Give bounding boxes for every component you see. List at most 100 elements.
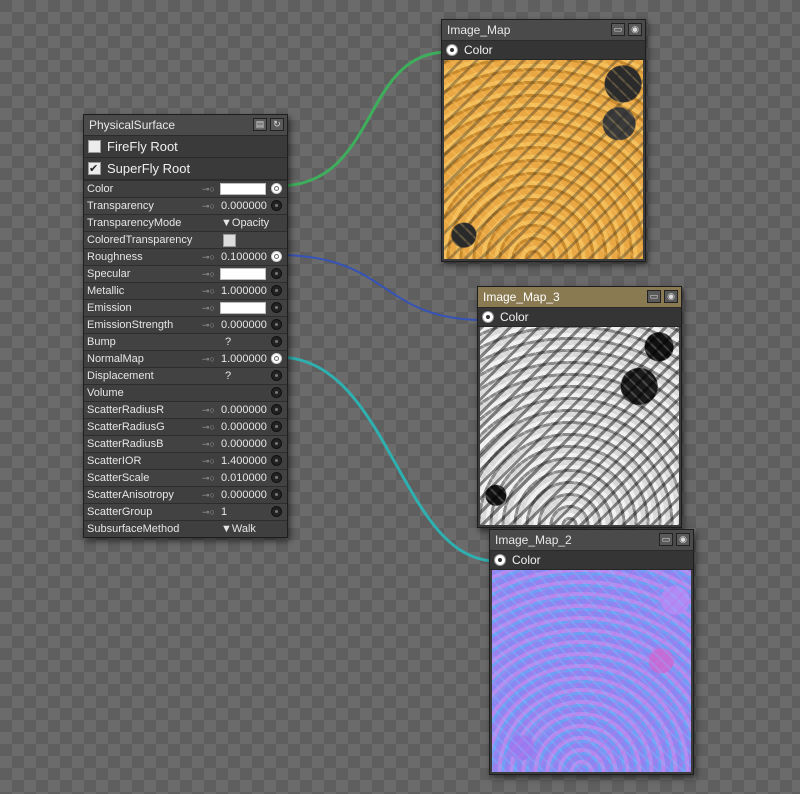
param-dropdown[interactable]: ▼Opacity <box>221 215 269 231</box>
input-port-connected[interactable] <box>271 183 282 194</box>
param-row[interactable]: ScatterScale ⊸○ 0.010000 <box>84 469 287 486</box>
collapse-button[interactable]: ▭ <box>647 290 661 303</box>
param-row[interactable]: ScatterRadiusG ⊸○ 0.000000 <box>84 418 287 435</box>
refresh-button[interactable]: ↻ <box>270 118 284 131</box>
animate-key-icon[interactable]: ⊸○ <box>202 453 215 469</box>
param-value[interactable]: 0.010000 <box>221 470 267 486</box>
input-port[interactable] <box>271 387 282 398</box>
image-map-3-node[interactable]: Image_Map_3 ▭ ◉ Color <box>477 286 682 528</box>
image-map-titlebar[interactable]: Image_Map ▭ ◉ <box>442 20 645 41</box>
param-row[interactable]: SubsurfaceMethod ▼Walk <box>84 520 287 537</box>
color-swatch[interactable] <box>220 302 266 314</box>
param-value[interactable]: 0.000000 <box>221 419 267 435</box>
physical-surface-node[interactable]: PhysicalSurface ▤ ↻ FireFly Root SuperFly… <box>83 114 288 538</box>
param-row[interactable]: Displacement? <box>84 367 287 384</box>
param-row[interactable]: Emission ⊸○ <box>84 299 287 316</box>
param-value[interactable]: 0.000000 <box>221 402 267 418</box>
param-value[interactable]: 1 <box>221 504 227 520</box>
input-port[interactable] <box>271 404 282 415</box>
physical-surface-titlebar[interactable]: PhysicalSurface ▤ ↻ <box>84 115 287 136</box>
input-port[interactable] <box>271 319 282 330</box>
param-value[interactable]: 0.100000 <box>221 249 267 265</box>
animate-key-icon[interactable]: ⊸○ <box>202 249 215 265</box>
color-output-port[interactable] <box>482 311 494 323</box>
param-label: ScatterGroup <box>87 506 153 518</box>
param-label: Roughness <box>87 251 143 263</box>
node-title: Image_Map_2 <box>495 533 572 547</box>
render-root-row[interactable]: SuperFly Root <box>84 158 287 180</box>
animate-key-icon[interactable]: ⊸○ <box>202 181 215 197</box>
param-value[interactable]: 0.000000 <box>221 317 267 333</box>
animate-key-icon[interactable]: ⊸○ <box>202 266 215 282</box>
collapse-button[interactable]: ▭ <box>659 533 673 546</box>
image-map-2-node[interactable]: Image_Map_2 ▭ ◉ Color <box>489 529 694 775</box>
animate-key-icon[interactable]: ⊸○ <box>202 283 215 299</box>
param-value[interactable]: 0.000000 <box>221 198 267 214</box>
animate-key-icon[interactable]: ⊸○ <box>202 300 215 316</box>
param-row[interactable]: Bump? <box>84 333 287 350</box>
image-map-3-titlebar[interactable]: Image_Map_3 ▭ ◉ <box>478 287 681 308</box>
collapse-button[interactable]: ▤ <box>253 118 267 131</box>
param-row[interactable]: Volume <box>84 384 287 401</box>
param-row[interactable]: Color ⊸○ <box>84 180 287 197</box>
input-port-connected[interactable] <box>271 251 282 262</box>
preview-eye-icon[interactable]: ◉ <box>664 290 678 303</box>
color-swatch[interactable] <box>220 183 266 195</box>
input-port[interactable] <box>271 302 282 313</box>
color-swatch[interactable] <box>220 268 266 280</box>
param-row[interactable]: NormalMap ⊸○ 1.000000 <box>84 350 287 367</box>
animate-key-icon[interactable]: ⊸○ <box>202 436 215 452</box>
param-row[interactable]: Specular ⊸○ <box>84 265 287 282</box>
param-value[interactable]: 1.000000 <box>221 283 267 299</box>
param-row[interactable]: Transparency ⊸○ 0.000000 <box>84 197 287 214</box>
param-value[interactable]: 1.400000 <box>221 453 267 469</box>
input-port[interactable] <box>271 370 282 381</box>
preview-eye-icon[interactable]: ◉ <box>676 533 690 546</box>
input-port[interactable] <box>271 438 282 449</box>
param-row[interactable]: Roughness ⊸○ 0.100000 <box>84 248 287 265</box>
animate-key-icon[interactable]: ⊸○ <box>202 402 215 418</box>
animate-key-icon[interactable]: ⊸○ <box>202 470 215 486</box>
preview-eye-icon[interactable]: ◉ <box>628 23 642 36</box>
render-root-row[interactable]: FireFly Root <box>84 136 287 158</box>
param-row[interactable]: ScatterRadiusR ⊸○ 0.000000 <box>84 401 287 418</box>
animate-key-icon[interactable]: ⊸○ <box>202 504 215 520</box>
param-row[interactable]: ScatterAnisotropy ⊸○ 0.000000 <box>84 486 287 503</box>
param-value[interactable]: 1.000000 <box>221 351 267 367</box>
collapse-button[interactable]: ▭ <box>611 23 625 36</box>
param-value[interactable]: 0.000000 <box>221 436 267 452</box>
animate-key-icon[interactable]: ⊸○ <box>202 317 215 333</box>
param-row[interactable]: ScatterRadiusB ⊸○ 0.000000 <box>84 435 287 452</box>
input-port[interactable] <box>271 200 282 211</box>
animate-key-icon[interactable]: ⊸○ <box>202 419 215 435</box>
input-port[interactable] <box>271 285 282 296</box>
input-port-connected[interactable] <box>271 353 282 364</box>
animate-key-icon[interactable]: ⊸○ <box>202 487 215 503</box>
root-checkbox[interactable] <box>88 140 101 153</box>
input-port[interactable] <box>271 506 282 517</box>
root-checkbox[interactable] <box>88 159 101 180</box>
input-port[interactable] <box>271 421 282 432</box>
input-port[interactable] <box>271 489 282 500</box>
texture-thumbnail-diffuse <box>444 60 643 259</box>
input-port[interactable] <box>271 268 282 279</box>
param-checkbox[interactable] <box>223 234 236 247</box>
input-port[interactable] <box>271 336 282 347</box>
param-value[interactable]: 0.000000 <box>221 487 267 503</box>
param-row[interactable]: ScatterIOR ⊸○ 1.400000 <box>84 452 287 469</box>
input-port[interactable] <box>271 472 282 483</box>
param-row[interactable]: ScatterGroup ⊸○ 1 <box>84 503 287 520</box>
param-row[interactable]: Metallic ⊸○ 1.000000 <box>84 282 287 299</box>
param-row[interactable]: ColoredTransparency <box>84 231 287 248</box>
input-port[interactable] <box>271 455 282 466</box>
param-dropdown[interactable]: ▼Walk <box>221 521 256 537</box>
color-output-port[interactable] <box>446 44 458 56</box>
color-output-port[interactable] <box>494 554 506 566</box>
param-row[interactable]: TransparencyMode ▼Opacity <box>84 214 287 231</box>
image-map-node[interactable]: Image_Map ▭ ◉ Color <box>441 19 646 262</box>
node-title: Image_Map <box>447 23 511 37</box>
param-row[interactable]: EmissionStrength ⊸○ 0.000000 <box>84 316 287 333</box>
image-map-2-titlebar[interactable]: Image_Map_2 ▭ ◉ <box>490 530 693 551</box>
animate-key-icon[interactable]: ⊸○ <box>202 198 215 214</box>
animate-key-icon[interactable]: ⊸○ <box>202 351 215 367</box>
